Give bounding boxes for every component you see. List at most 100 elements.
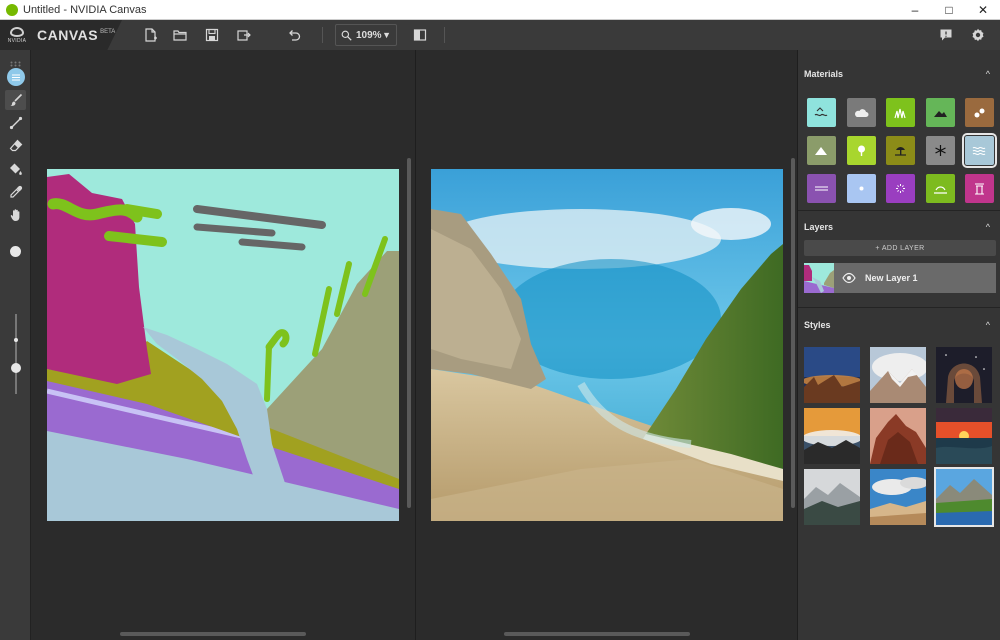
material-water[interactable] [962, 133, 997, 168]
material-sky-icon [859, 186, 863, 191]
app-name: CANVAS [37, 27, 99, 43]
material-dirt-icon [974, 108, 985, 118]
search-icon [341, 30, 352, 41]
line-tool[interactable] [5, 113, 26, 133]
left-vertical-scrollbar[interactable] [407, 158, 411, 508]
eyedropper-tool[interactable] [5, 182, 26, 202]
split-view-button[interactable] [410, 25, 430, 45]
material-sand[interactable] [925, 174, 955, 203]
generated-image [431, 169, 783, 521]
split-view-icon [413, 29, 427, 41]
settings-button[interactable] [968, 25, 988, 45]
material-tree-icon [857, 145, 865, 156]
toolbar-divider [322, 27, 323, 43]
add-layer-button[interactable]: + ADD LAYER [804, 240, 996, 256]
undo-icon [289, 30, 301, 41]
undo-button[interactable] [284, 25, 304, 45]
material-hill[interactable] [925, 98, 955, 127]
style-thumb-night-arch[interactable] [936, 347, 992, 403]
export-button[interactable] [234, 25, 254, 45]
material-sea[interactable] [807, 98, 836, 127]
material-building-icon [975, 183, 984, 195]
fill-bucket-icon [9, 163, 22, 175]
new-file-button[interactable] [140, 25, 160, 45]
material-bush[interactable] [886, 136, 915, 165]
drag-grip-icon[interactable] [10, 54, 21, 67]
material-sky[interactable] [846, 174, 876, 203]
right-panel: Materials ^ Layers ^ + ADD LAYER New Lay… [797, 50, 1000, 640]
material-building[interactable] [965, 174, 994, 203]
gear-icon [972, 28, 984, 42]
material-mountain[interactable] [807, 136, 836, 165]
palette-tool[interactable] [5, 67, 26, 87]
app-icon [6, 3, 18, 16]
materials-collapse-chevron-icon[interactable]: ^ [986, 69, 990, 79]
hand-icon [10, 209, 19, 221]
material-snow-icon [934, 145, 946, 156]
layer-row[interactable]: New Layer 1 [804, 263, 996, 293]
right-vertical-scrollbar[interactable] [791, 158, 795, 508]
material-sea-icon [814, 107, 828, 117]
style-thumb-coastal-sky[interactable] [870, 469, 926, 525]
feedback-icon [940, 29, 952, 41]
fill-tool[interactable] [5, 159, 26, 179]
line-icon [9, 116, 22, 130]
material-snow[interactable] [925, 136, 955, 165]
material-rock-icon [815, 186, 828, 191]
style-thumb-sunset-clouds[interactable] [804, 408, 860, 464]
save-button[interactable] [202, 25, 222, 45]
material-sand-icon [933, 186, 947, 194]
style-thumb-alpine-lake[interactable] [934, 467, 994, 527]
materials-heading: Materials [804, 69, 844, 79]
layer-visibility-toggle[interactable] [842, 271, 856, 285]
eraser-icon [9, 139, 22, 152]
export-icon [237, 30, 251, 41]
brush-size-slider[interactable] [15, 314, 17, 394]
brush-size-knob[interactable] [11, 363, 21, 373]
style-thumb-snowy-peaks[interactable] [870, 347, 926, 403]
material-rock[interactable] [807, 174, 836, 203]
style-thumb-red-cliffs[interactable] [870, 408, 926, 464]
window-title: Untitled - NVIDIA Canvas [23, 3, 147, 16]
material-tree[interactable] [846, 136, 876, 165]
left-horizontal-scrollbar[interactable] [120, 632, 306, 636]
right-horizontal-scrollbar[interactable] [504, 632, 690, 636]
logo-text: NVIDIA [7, 37, 27, 44]
close-button[interactable]: ✕ [966, 0, 1000, 20]
open-button[interactable] [170, 25, 190, 45]
hand-tool[interactable] [5, 205, 26, 225]
material-grass-icon [894, 108, 906, 119]
brand-block: NVIDIA CANVAS BETA [0, 20, 122, 50]
toolbar-divider [444, 27, 445, 43]
style-thumb-misty-forest[interactable] [804, 469, 860, 525]
beta-badge: BETA [100, 29, 116, 35]
maximize-button[interactable]: □ [932, 0, 966, 20]
layers-collapse-chevron-icon[interactable]: ^ [986, 222, 990, 232]
brush-icon [10, 93, 22, 106]
zoom-dropdown[interactable]: 109% ▼ [335, 24, 397, 46]
chevron-down-icon: ▼ [382, 30, 391, 40]
main-toolbar: NVIDIA CANVAS BETA 109% ▼ [0, 20, 1000, 50]
save-icon [205, 28, 219, 42]
minimize-button[interactable]: – [898, 0, 932, 20]
eye-icon [842, 272, 856, 284]
layer-name: New Layer 1 [865, 273, 918, 283]
open-folder-icon [173, 30, 187, 41]
palette-icon [6, 68, 25, 86]
brush-tool[interactable] [5, 90, 26, 110]
eyedropper-icon [9, 185, 22, 198]
brush-size-small-icon [14, 338, 18, 342]
material-dirt[interactable] [965, 98, 994, 127]
material-hill-icon [933, 111, 947, 117]
styles-collapse-chevron-icon[interactable]: ^ [986, 320, 990, 330]
material-grass[interactable] [886, 98, 915, 127]
styles-heading: Styles [804, 320, 831, 330]
material-flower[interactable] [886, 174, 915, 203]
segmentation-canvas[interactable] [47, 169, 399, 521]
style-thumb-dusk-desert[interactable] [804, 347, 860, 403]
eraser-tool[interactable] [5, 136, 26, 156]
material-cloud[interactable] [846, 98, 876, 127]
feedback-button[interactable] [936, 25, 956, 45]
material-flower-icon [896, 184, 905, 193]
style-thumb-orange-sunset[interactable] [936, 408, 992, 464]
